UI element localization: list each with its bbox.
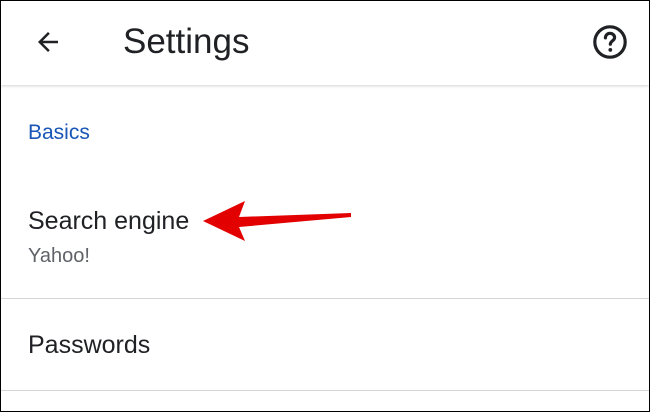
divider: [1, 390, 649, 391]
page-title: Settings: [123, 22, 250, 61]
annotation-arrow: [203, 201, 351, 241]
back-button[interactable]: [23, 17, 73, 67]
help-circle-icon: [593, 25, 627, 59]
search-engine-value: Yahoo!: [28, 245, 90, 267]
settings-screen: Settings Basics Search engine Yahoo! Pas…: [0, 0, 650, 412]
app-bar: Settings: [1, 1, 649, 85]
passwords-setting[interactable]: Passwords: [1, 299, 649, 390]
search-engine-label: Search engine: [28, 207, 190, 235]
section-header-basics: Basics: [28, 121, 90, 144]
help-button[interactable]: [587, 19, 633, 65]
passwords-label: Passwords: [28, 331, 151, 359]
arrow-left-icon: [38, 32, 58, 52]
